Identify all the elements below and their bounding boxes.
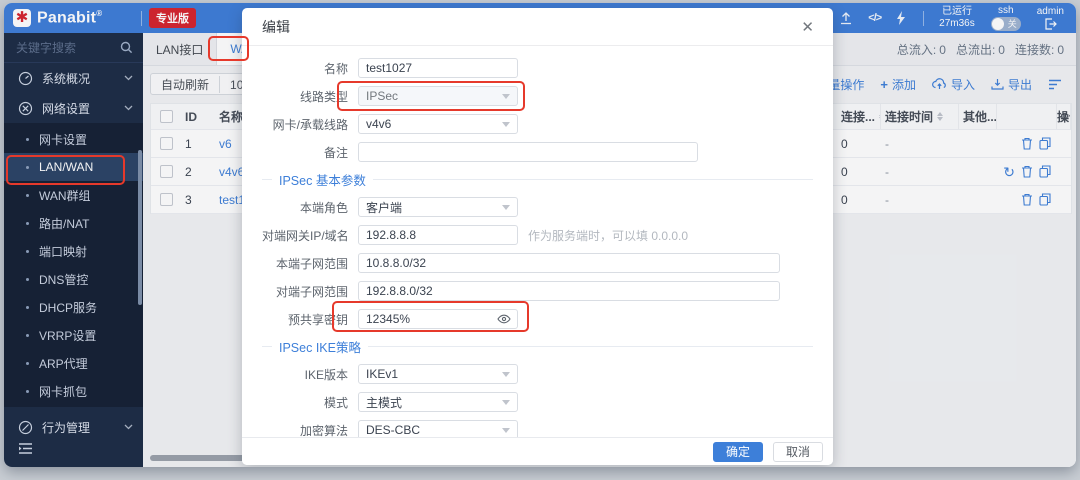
field-label: 对端网关IP/域名 xyxy=(262,227,358,244)
field-label: 模式 xyxy=(262,394,358,411)
field-line-type: 线路类型 IPSec xyxy=(262,86,813,106)
local-subnet-input[interactable] xyxy=(358,253,780,273)
ike-version-select[interactable]: IKEv1 xyxy=(358,364,518,384)
field-gateway: 对端网关IP/域名 作为服务端时，可以填 0.0.0.0 xyxy=(262,225,813,245)
chevron-down-icon xyxy=(502,428,510,433)
section-title: IPSec IKE策略 xyxy=(279,337,361,356)
peer-subnet-input[interactable] xyxy=(358,281,780,301)
select-value: 客户端 xyxy=(366,199,402,216)
psk-input[interactable] xyxy=(358,309,518,329)
chevron-down-icon xyxy=(502,372,510,377)
line-type-select[interactable]: IPSec xyxy=(358,86,518,106)
section-ike-policy: IPSec IKE策略 xyxy=(262,337,813,356)
chevron-down-icon xyxy=(502,205,510,210)
field-ike-mode: 模式 主模式 xyxy=(262,392,813,412)
carrier-select[interactable]: v4v6 xyxy=(358,114,518,134)
field-label: 本端子网范围 xyxy=(262,255,358,272)
chevron-down-icon xyxy=(502,94,510,99)
field-role: 本端角色 客户端 xyxy=(262,197,813,217)
field-label: 加密算法 xyxy=(262,422,358,438)
section-title: IPSec 基本参数 xyxy=(279,170,366,189)
field-carrier: 网卡/承载线路 v4v6 xyxy=(262,114,813,134)
field-note: 备注 xyxy=(262,142,813,162)
app-window: ✱ Panabit® 专业版 </> 已运行 27m36s ssh 关 admi… xyxy=(4,3,1076,467)
gateway-hint: 作为服务端时，可以填 0.0.0.0 xyxy=(528,227,688,244)
field-psk: 预共享密钥 xyxy=(262,309,813,329)
dialog-footer: 确定 取消 xyxy=(242,437,833,465)
select-value: DES-CBC xyxy=(366,423,420,437)
close-icon[interactable]: ✕ xyxy=(796,16,819,38)
field-name: 名称 xyxy=(262,58,813,78)
field-label: 网卡/承载线路 xyxy=(262,116,358,133)
confirm-button[interactable]: 确定 xyxy=(713,442,763,462)
note-input[interactable] xyxy=(358,142,698,162)
dialog-header: 编辑 ✕ xyxy=(242,8,833,46)
edit-dialog: 编辑 ✕ 名称 线路类型 IPSec 网卡/承载线路 v4v6 备注 IPSec… xyxy=(242,8,833,465)
chevron-down-icon xyxy=(502,400,510,405)
dialog-title: 编辑 xyxy=(262,17,290,37)
eye-icon[interactable] xyxy=(497,314,511,324)
field-label: 备注 xyxy=(262,144,358,161)
field-ike-version: IKE版本 IKEv1 xyxy=(262,364,813,384)
select-value: IKEv1 xyxy=(366,367,398,381)
ike-cipher-select[interactable]: DES-CBC xyxy=(358,420,518,437)
field-local-subnet: 本端子网范围 xyxy=(262,253,813,273)
gateway-input[interactable] xyxy=(358,225,518,245)
role-select[interactable]: 客户端 xyxy=(358,197,518,217)
dialog-body: 名称 线路类型 IPSec 网卡/承载线路 v4v6 备注 IPSec 基本参数… xyxy=(242,46,833,437)
section-basic-params: IPSec 基本参数 xyxy=(262,170,813,189)
select-value: v4v6 xyxy=(366,117,391,131)
field-label: 对端子网范围 xyxy=(262,283,358,300)
select-value: IPSec xyxy=(366,89,398,103)
select-value: 主模式 xyxy=(366,394,402,411)
chevron-down-icon xyxy=(502,122,510,127)
field-label: 名称 xyxy=(262,60,358,77)
field-label: 预共享密钥 xyxy=(262,311,358,328)
field-peer-subnet: 对端子网范围 xyxy=(262,281,813,301)
field-label: IKE版本 xyxy=(262,366,358,383)
name-input[interactable] xyxy=(358,58,518,78)
field-label: 本端角色 xyxy=(262,199,358,216)
field-label: 线路类型 xyxy=(262,88,358,105)
cancel-button[interactable]: 取消 xyxy=(773,442,823,462)
ike-mode-select[interactable]: 主模式 xyxy=(358,392,518,412)
field-ike-cipher: 加密算法 DES-CBC xyxy=(262,420,813,437)
